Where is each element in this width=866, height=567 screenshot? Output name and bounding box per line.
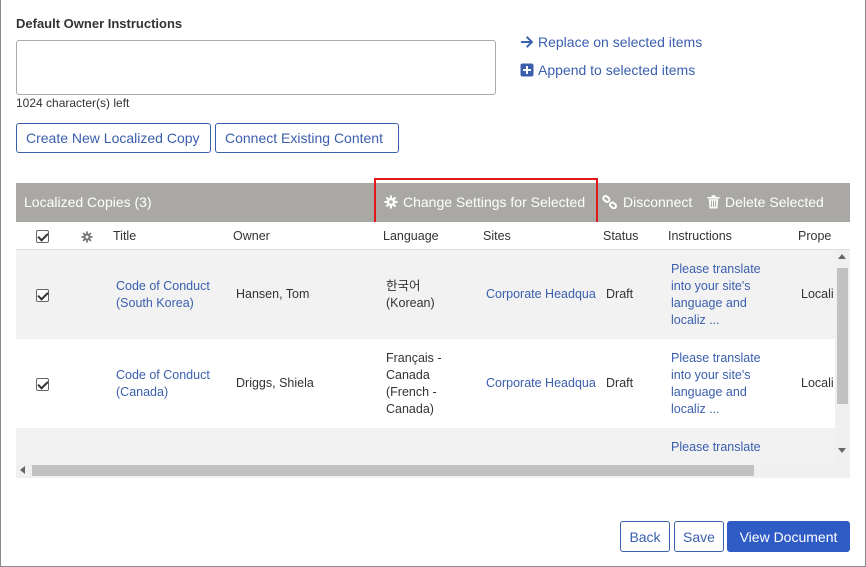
replace-on-selected-label: Replace on selected items [538,34,703,50]
view-document-button[interactable]: View Document [727,521,850,552]
row-instructions-link[interactable]: Please translate into your site's langua… [671,350,761,418]
characters-left-text: 1024 character(s) left [16,96,130,110]
highlight-box [374,178,598,227]
row-properties: Locali [801,376,834,390]
row-sites-link[interactable]: Corporate Headqua [486,286,598,303]
column-settings-gear-icon[interactable] [81,231,93,243]
grid-column-header: Title Owner Language Sites Status Instru… [16,222,850,250]
append-to-selected-label: Append to selected items [538,62,696,78]
row-language: Français - Canada (French - Canada) [386,351,442,416]
column-instructions[interactable]: Instructions [668,229,732,243]
column-owner[interactable]: Owner [233,229,270,243]
vertical-scroll-thumb[interactable] [837,268,848,404]
row-language: 한국어 (Korean) [386,279,435,310]
disconnect-label: Disconnect [623,194,693,210]
delete-selected-button[interactable]: Delete Selected [707,194,824,210]
horizontal-scrollbar[interactable] [16,463,850,478]
horizontal-scroll-thumb[interactable] [32,465,754,476]
column-language[interactable]: Language [383,229,439,243]
arrow-right-icon [521,36,534,48]
table-row[interactable]: Please translate [16,428,835,463]
row-title-link[interactable]: Code of Conduct (Canada) [116,367,210,401]
disconnect-button[interactable]: Disconnect [602,194,692,210]
plus-square-icon [520,63,534,77]
row-owner: Driggs, Shiela [236,376,314,390]
row-properties: Locali [801,287,834,301]
column-status[interactable]: Status [603,229,638,243]
row-checkbox[interactable] [36,289,49,302]
scroll-left-arrow[interactable] [20,466,25,474]
row-status: Draft [606,376,634,390]
connect-existing-content-button[interactable]: Connect Existing Content [215,123,399,153]
default-owner-instructions-heading: Default Owner Instructions [16,16,183,31]
owner-instructions-textarea[interactable] [16,40,496,95]
column-properties[interactable]: Prope [798,229,831,243]
replace-on-selected-link[interactable]: Replace on selected items [520,34,702,50]
unlink-icon [602,195,618,209]
back-button[interactable]: Back [620,521,670,552]
table-row[interactable]: Code of Conduct (Canada) Driggs, Shiela … [16,339,835,428]
localized-copies-title: Localized Copies (3) [24,194,152,210]
table-row[interactable]: Code of Conduct (South Korea) Hansen, To… [16,250,835,339]
column-title[interactable]: Title [113,229,136,243]
delete-selected-label: Delete Selected [725,194,824,210]
save-button[interactable]: Save [674,521,724,552]
trash-icon [707,195,720,209]
scroll-up-arrow[interactable] [838,254,846,259]
row-instructions-link[interactable]: Please translate into your site's langua… [671,261,761,329]
row-instructions-link[interactable]: Please translate [671,439,761,456]
row-checkbox[interactable] [36,378,49,391]
row-sites-link[interactable]: Corporate Headqua [486,375,598,392]
vertical-scrollbar[interactable] [835,250,850,463]
localized-copies-rows: Code of Conduct (South Korea) Hansen, To… [16,250,835,463]
create-new-localized-copy-button[interactable]: Create New Localized Copy [16,123,211,153]
append-to-selected-link[interactable]: Append to selected items [520,62,695,78]
column-sites[interactable]: Sites [483,229,511,243]
scroll-down-arrow[interactable] [838,448,846,453]
select-all-checkbox[interactable] [36,230,49,243]
row-owner: Hansen, Tom [236,287,310,301]
row-status: Draft [606,287,634,301]
row-title-link[interactable]: Code of Conduct (South Korea) [116,278,210,312]
